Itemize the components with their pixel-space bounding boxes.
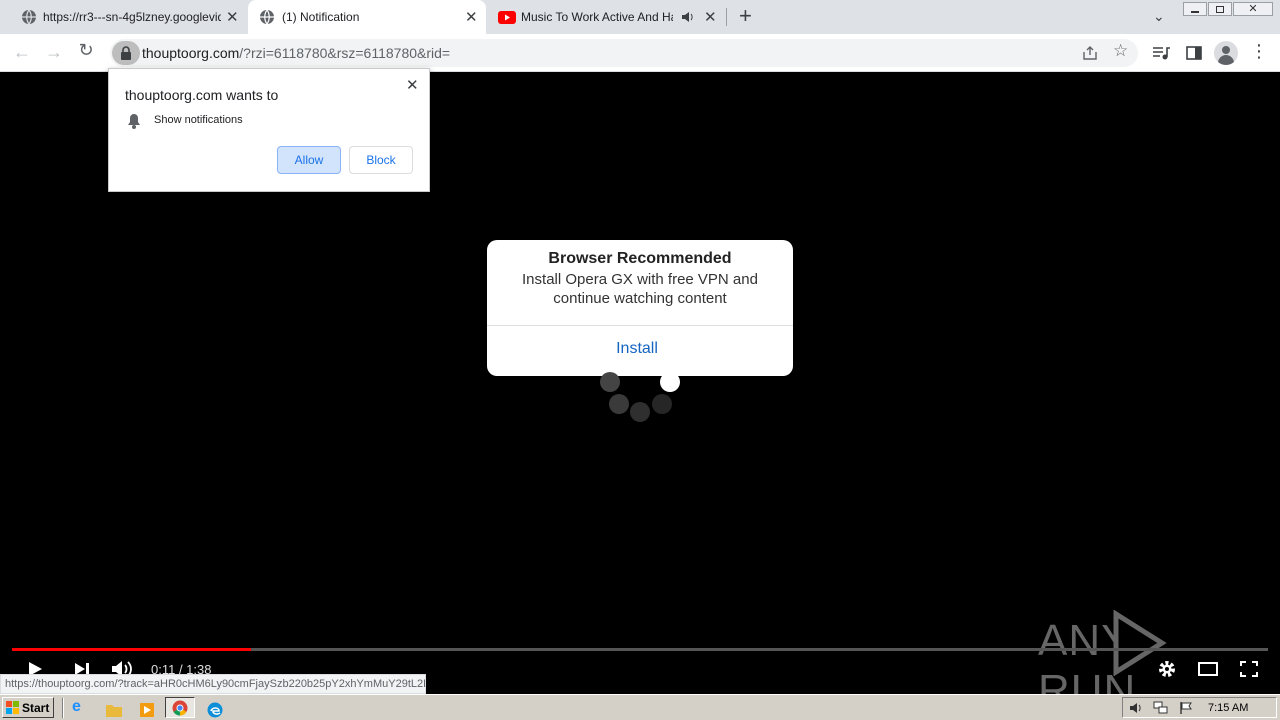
system-tray: 7:15 AM <box>1122 697 1277 718</box>
folder-icon[interactable] <box>105 700 123 720</box>
dialog-title: Browser Recommended <box>548 250 732 267</box>
address-bar[interactable]: thouptoorg.com/?rzi=6118780&rsz=6118780&… <box>110 39 1138 67</box>
quicklaunch-divider <box>62 698 64 718</box>
tab-title: (1) Notification <box>282 10 360 24</box>
lock-icon[interactable] <box>112 41 140 65</box>
reload-icon[interactable]: ↻ <box>76 40 96 61</box>
speaker-icon[interactable] <box>681 11 695 23</box>
forward-icon[interactable]: → <box>44 42 64 63</box>
globe-icon <box>22 9 36 25</box>
volume-tray-icon[interactable] <box>1129 701 1143 715</box>
clock: 7:15 AM <box>1208 702 1249 714</box>
edge-icon[interactable] <box>207 700 223 720</box>
tab-divider <box>726 8 727 26</box>
close-icon[interactable]: ✕ <box>465 10 478 25</box>
browser-toolbar: ← → ↻ thouptoorg.com/?rzi=6118780&rsz=61… <box>0 34 1280 72</box>
tab-strip: https://rr3---sn-4g5lzney.googlevide ✕ (… <box>0 0 1280 34</box>
youtube-icon <box>498 11 516 24</box>
taskbar-chrome-button[interactable] <box>165 697 195 718</box>
tab-title: Music To Work Active And Happy <box>521 10 673 24</box>
globe-icon <box>260 9 274 25</box>
spinner-dot <box>600 372 620 392</box>
video-progress-fill <box>12 648 251 651</box>
bookmark-star-icon[interactable]: ☆ <box>1113 41 1128 61</box>
tab-notification[interactable]: (1) Notification ✕ <box>248 0 486 34</box>
start-button[interactable]: Start <box>2 697 54 718</box>
dialog-message-line1: Install Opera GX with free VPN and <box>522 271 758 288</box>
window-restore-button[interactable] <box>1208 2 1232 16</box>
menu-kebab-icon[interactable]: ⋮ <box>1250 41 1268 62</box>
share-icon[interactable] <box>1082 45 1098 61</box>
window-close-button[interactable]: ✕ <box>1233 2 1273 16</box>
new-tab-button[interactable]: + <box>739 5 752 27</box>
tab-search-icon[interactable]: ⌄ <box>1153 8 1165 25</box>
settings-gear-icon[interactable] <box>1158 660 1176 678</box>
url-host: thouptoorg.com <box>142 45 240 61</box>
notification-permission-prompt: thouptoorg.com wants to ✕ Show notificat… <box>108 68 430 192</box>
windows-taskbar: Start e 7:15 AM <box>0 694 1280 720</box>
status-bubble: https://thouptoorg.com/?track=aHR0cHM6Ly… <box>0 674 426 694</box>
window-minimize-button[interactable] <box>1183 2 1207 16</box>
tab-title: https://rr3---sn-4g5lzney.googlevide <box>43 10 221 24</box>
flag-tray-icon[interactable] <box>1179 701 1193 715</box>
tab-youtube-music[interactable]: Music To Work Active And Happy ✕ <box>488 0 726 34</box>
side-panel-icon[interactable] <box>1186 45 1202 61</box>
bell-icon <box>128 114 140 129</box>
spinner-dot <box>609 394 629 414</box>
browser-recommended-dialog: Browser Recommended Install Opera GX wit… <box>487 240 793 376</box>
chrome-icon <box>172 700 188 716</box>
status-url: https://thouptoorg.com/?track=aHR0cHM6Ly… <box>5 678 426 690</box>
internet-explorer-icon[interactable]: e <box>72 698 90 718</box>
install-button[interactable]: Install <box>487 340 787 358</box>
close-icon[interactable]: ✕ <box>406 76 419 94</box>
dialog-message-line2: continue watching content <box>553 290 727 307</box>
block-button[interactable]: Block <box>349 146 413 174</box>
network-tray-icon[interactable] <box>1153 701 1169 715</box>
spinner-dot <box>652 394 672 414</box>
tab-googlevideo[interactable]: https://rr3---sn-4g5lzney.googlevide ✕ <box>8 0 246 34</box>
url-text[interactable]: thouptoorg.com/?rzi=6118780&rsz=6118780&… <box>142 45 450 61</box>
video-progress-track[interactable] <box>12 648 1268 651</box>
allow-button[interactable]: Allow <box>277 146 341 174</box>
url-path: /?rzi=6118780&rsz=6118780&rid= <box>239 45 451 61</box>
media-controls-icon[interactable] <box>1152 45 1170 61</box>
theater-mode-icon[interactable] <box>1198 662 1218 676</box>
permission-title: thouptoorg.com wants to <box>125 87 279 103</box>
permission-item-label: Show notifications <box>154 114 243 126</box>
close-icon[interactable]: ✕ <box>226 10 239 25</box>
fullscreen-icon[interactable] <box>1240 661 1258 677</box>
media-player-icon[interactable] <box>139 700 155 720</box>
spinner-dot <box>660 372 680 392</box>
spinner-dot <box>630 402 650 422</box>
start-label: Start <box>22 701 50 715</box>
windows-logo-icon <box>6 701 19 714</box>
back-icon[interactable]: ← <box>12 42 32 63</box>
dialog-divider <box>487 325 793 326</box>
close-icon[interactable]: ✕ <box>704 10 717 25</box>
profile-avatar[interactable] <box>1214 41 1238 65</box>
